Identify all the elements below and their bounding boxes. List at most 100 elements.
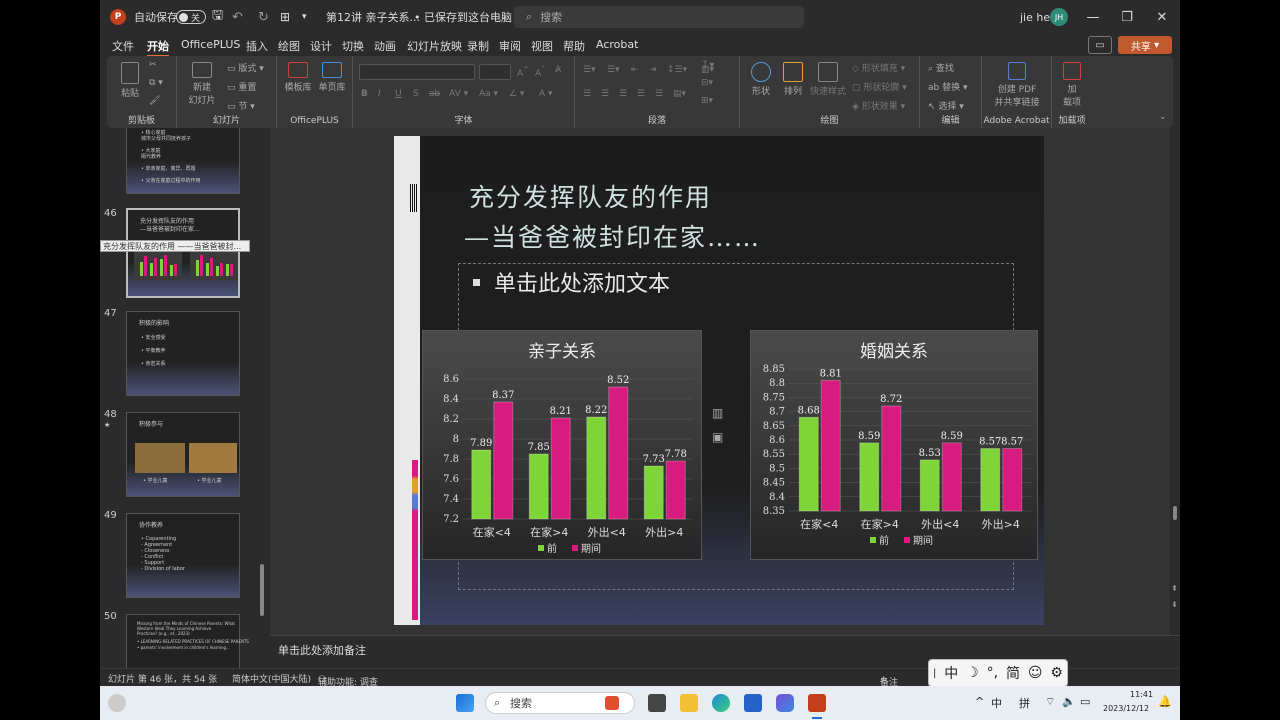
punctuation-icon[interactable]: °, [987,665,998,681]
shadow-icon[interactable]: S [413,89,419,99]
insert-video-icon[interactable]: ▣ [712,430,723,444]
comments-icon[interactable]: ▭ [1088,36,1112,54]
avatar[interactable]: JH [1050,0,1068,34]
current-slide[interactable]: 充分发挥队友的作用 —当爸爸被封印在家…… 单击此处添加文本 ▦ ▥ ▤ ▣ 亲… [394,136,1044,625]
align-center-icon[interactable]: ☰ [601,89,609,99]
collapse-ribbon-icon[interactable]: ⌄ [1159,112,1167,122]
tray-ime-mode[interactable]: 拼 [1019,695,1030,711]
create-pdf-button[interactable]: 创建 PDF 并共享链接 [986,62,1048,108]
paste-button[interactable]: 粘贴 [115,62,145,99]
line-spacing-icon[interactable]: ↕☰▾ [667,65,687,75]
slide-title-line-2[interactable]: —当爸爸被封印在家…… [464,218,761,254]
arrange-button[interactable]: 排列 [778,62,808,97]
tab-record[interactable]: 录制 [467,38,489,54]
reset-button[interactable]: ▭ 重置 [227,80,256,93]
slide-title-line-1[interactable]: 充分发挥队友的作用 [469,178,712,214]
start-icon[interactable] [456,694,474,712]
shape-outline-button[interactable]: ▢ 形状轮廓 ▾ [852,80,907,93]
tab-review[interactable]: 审阅 [499,38,521,54]
chart-parent-child[interactable]: 亲子关系 7.2 7.4 7.6 7.8 8 8.2 8.4 8.6 7.89 8.37 在家<4 7… [422,330,702,560]
tab-draw[interactable]: 绘图 [278,38,300,54]
find-button[interactable]: ⌕ 查找 [928,61,954,74]
task-view-icon[interactable] [648,694,666,712]
copy-icon[interactable]: ⧉ ▾ [149,78,163,88]
tab-officeplus[interactable]: OfficePLUS [181,38,240,51]
content-placeholder-text[interactable]: 单击此处添加文本 [494,266,670,298]
redo-icon[interactable]: ↻ [258,0,269,34]
single-page-lib-button[interactable]: 单页库 [317,62,347,93]
shape-effects-button[interactable]: ◈ 形状效果 ▾ [852,99,905,112]
cut-icon[interactable]: ✂ [149,60,157,70]
slide-thumbnail-46[interactable]: 充分发挥队友的作用 —当爸爸被封印在家... [126,208,240,298]
tab-slideshow[interactable]: 幻灯片放映 [407,38,462,54]
user-name[interactable]: jie he [1020,0,1050,34]
undo-icon[interactable]: ↶ [232,0,243,34]
powerpoint-taskbar-icon[interactable] [808,694,826,712]
section-button[interactable]: ▭ 节 ▾ [227,99,255,112]
slide-thumbnail-47[interactable]: 积极的影响 • 安全感受 • 平衡教养 • 亲密关系 [126,311,240,396]
customize-toolbar-icon[interactable]: ▾ [302,0,307,34]
clock-time[interactable]: 11:41 [1130,690,1153,699]
addins-button[interactable]: 加 载项 [1056,62,1088,108]
select-button[interactable]: ↖ 选择 ▾ [928,99,964,112]
save-status-chevron-icon[interactable]: ⌄ [500,0,508,34]
language-status[interactable]: 简体中文(中国大陆) [232,672,311,685]
clock-date[interactable]: 2023/12/12 [1103,704,1149,713]
strikethrough-icon[interactable]: ab [429,89,440,99]
search-box[interactable]: ⌕ 搜索 [514,6,804,28]
tab-animations[interactable]: 动画 [374,38,396,54]
bullets-icon[interactable]: ☰▾ [583,65,596,75]
restore-icon[interactable]: ❐ [1110,0,1144,34]
ime-toolbar[interactable]: | 中 ☽ °, 简 ☺ ⚙ [928,659,1068,687]
align-right-icon[interactable]: ☰ [619,89,627,99]
slide-thumbnail-48[interactable]: 积极参与 • 学业儿童 • 学业儿童 [126,412,240,497]
insert-chart-icon[interactable]: ▥ [712,406,723,420]
tab-view[interactable]: 视图 [531,38,553,54]
format-painter-icon[interactable]: 🖌 [149,96,160,106]
save-icon[interactable]: 🖫 [212,0,223,34]
moon-icon[interactable]: ☽ [966,665,979,681]
distribute-icon[interactable]: ☰ [655,89,663,99]
share-button[interactable]: 共享 ▾ [1118,36,1172,54]
tab-insert[interactable]: 插入 [246,38,268,54]
quick-styles-button[interactable]: 快速样式 [810,62,846,97]
tray-ime-lang[interactable]: 中 [991,695,1002,711]
replace-button[interactable]: ab 替换 ▾ [928,80,968,93]
increase-indent-icon[interactable]: ⇥ [649,65,657,75]
highlight-icon[interactable]: ∠ ▾ [509,89,524,99]
save-status[interactable]: • 已保存到这台电脑 [414,0,512,34]
slide-thumbnail-45[interactable]: • 核心家庭 城市父母共同抚养孩子 • 大家庭 隔代教养 • 单亲家庭、离异、再… [126,128,240,194]
underline-icon[interactable]: U [395,89,402,99]
align-left-icon[interactable]: ☰ [583,89,591,99]
prev-slide-icon[interactable]: ⇞ [1171,584,1178,593]
font-size-select[interactable] [479,64,511,80]
text-direction-icon[interactable]: ▤▾ [673,89,686,99]
slide-thumbnail-49[interactable]: 协作教养 • Coparenting - Agreement - Closene… [126,513,240,598]
italic-icon[interactable]: I [378,89,381,99]
thumbnails-scrollbar[interactable] [260,564,264,616]
ime-charset[interactable]: 简 [1006,663,1020,683]
battery-icon[interactable]: ▭ [1080,695,1090,708]
align-text-icon[interactable]: ⊟▾ [701,78,713,88]
decrease-indent-icon[interactable]: ⇤ [631,65,639,75]
smartart-icon[interactable]: ⊞▾ [701,96,713,106]
tab-acrobat[interactable]: Acrobat [596,38,638,51]
font-grow-icon[interactable]: A^ [517,65,529,79]
close-icon[interactable]: ✕ [1145,0,1179,34]
notes-placeholder[interactable]: 单击此处添加备注 [278,642,366,658]
new-slide-button[interactable]: 新建 幻灯片 [183,62,221,106]
change-case-icon[interactable]: Aa ▾ [479,89,498,99]
editor-scrollbar-thumb[interactable] [1173,506,1177,520]
volume-icon[interactable]: 🔈 [1062,695,1076,708]
autosave-toggle[interactable]: 关 [170,0,206,34]
ime-lang[interactable]: 中 [944,663,958,683]
font-name-select[interactable] [359,64,475,80]
tab-help[interactable]: 帮助 [563,38,585,54]
ime-handle-icon[interactable]: | [933,668,936,679]
shapes-button[interactable]: 形状 [746,62,776,97]
slide-thumbnail-50[interactable]: Missing from the Minds of Chinese Parent… [126,614,249,668]
edge-icon[interactable] [712,694,730,712]
next-slide-icon[interactable]: ⇟ [1171,600,1178,609]
tab-home[interactable]: 开始 [147,38,169,57]
numbering-icon[interactable]: ☰▾ [607,65,620,75]
